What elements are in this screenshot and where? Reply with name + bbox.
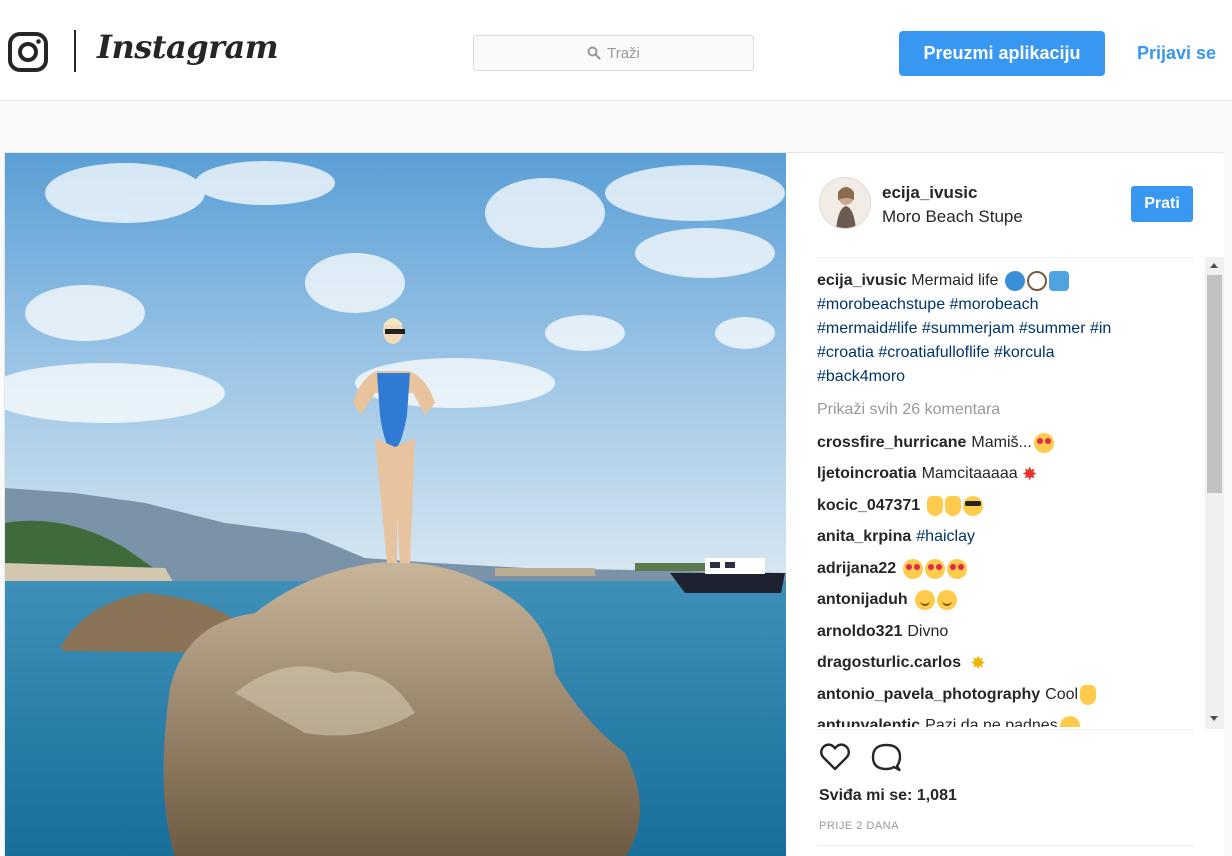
comment-username[interactable]: adrijana22 bbox=[817, 557, 896, 581]
post-header: ecija_ivusic Moro Beach Stupe Prati bbox=[787, 153, 1224, 257]
comment-item: antonio_pavela_photography Cool bbox=[817, 679, 1202, 711]
comment-username[interactable]: dragosturlic.carlos bbox=[817, 651, 961, 675]
comment-username[interactable]: kocic_047371 bbox=[817, 494, 920, 518]
actions-divider bbox=[817, 729, 1195, 730]
header-divider bbox=[817, 257, 1195, 258]
comment-item: antunvalentic Pazi da ne padnes bbox=[817, 711, 1202, 727]
search-placeholder: Traži bbox=[607, 44, 640, 62]
beach-photo-image bbox=[5, 153, 786, 856]
thumbs-up-emoji-icon bbox=[927, 495, 944, 516]
logo-divider bbox=[74, 30, 76, 72]
post-photo[interactable] bbox=[5, 153, 786, 856]
ok-hand-emoji-icon bbox=[1080, 684, 1097, 705]
comment-text: Divno bbox=[907, 622, 949, 640]
instagram-logo-icon[interactable] bbox=[8, 32, 48, 72]
cool-emoji-icon bbox=[963, 495, 984, 516]
smile-emoji-icon bbox=[936, 590, 957, 611]
comment-item: adrijana22 bbox=[817, 553, 1202, 585]
post-sidebar: ecija_ivusic Moro Beach Stupe Prati ecij… bbox=[787, 153, 1224, 856]
comment-text: Cool bbox=[1045, 685, 1079, 703]
comment-username[interactable]: crossfire_hurricane bbox=[817, 431, 966, 455]
comment-username[interactable]: antunvalentic bbox=[817, 714, 920, 727]
heart-eyes-emoji-icon bbox=[925, 558, 946, 579]
scroll-thumb[interactable] bbox=[1207, 275, 1222, 493]
caption-username[interactable]: ecija_ivusic bbox=[817, 272, 907, 289]
smile-emoji-icon bbox=[914, 590, 935, 611]
comment-item: dragosturlic.carlos ✸ bbox=[817, 648, 1202, 680]
caption-hashtags[interactable]: #mermaid#life #summerjam #summer #in bbox=[817, 320, 1111, 337]
avatar[interactable] bbox=[819, 177, 871, 229]
caption-hashtags[interactable]: #croatia #croatiafulloflife #korcula bbox=[817, 344, 1054, 361]
caption-text: Mermaid life bbox=[911, 272, 999, 289]
heart-eyes-emoji-icon bbox=[903, 558, 924, 579]
caption-hashtags[interactable]: #back4moro bbox=[817, 368, 905, 385]
view-all-comments-link[interactable]: Prikaži svih 26 komentara bbox=[817, 398, 1202, 422]
comment-username[interactable]: ljetoincroatia bbox=[817, 462, 917, 486]
comment-item: antonijaduh bbox=[817, 585, 1202, 617]
follow-button[interactable]: Prati bbox=[1131, 186, 1193, 222]
comment-username[interactable]: arnoldo321 bbox=[817, 620, 902, 644]
smile-emoji-icon bbox=[1059, 716, 1080, 727]
shell-emoji-icon bbox=[1026, 270, 1047, 291]
sparkle-emoji-icon: ✸ bbox=[970, 653, 986, 674]
post-card: ecija_ivusic Moro Beach Stupe Prati ecij… bbox=[4, 152, 1224, 856]
post-timestamp: PRIJE 2 DANA bbox=[819, 820, 899, 832]
comments-scrollbar[interactable] bbox=[1205, 257, 1224, 729]
heart-eyes-emoji-icon bbox=[1033, 432, 1054, 453]
post-caption: ecija_ivusic Mermaid life #morobeachstup… bbox=[817, 265, 1202, 389]
comment-text: Mamiš... bbox=[971, 433, 1032, 451]
instagram-wordmark[interactable]: Instagram bbox=[97, 28, 279, 66]
top-navigation-bar: Instagram Traži Preuzmi aplikaciju Prija… bbox=[0, 0, 1232, 101]
comment-item: ljetoincroatia Mamcitaaaaa ✸ bbox=[817, 459, 1202, 491]
scroll-down-arrow-icon[interactable] bbox=[1210, 716, 1218, 721]
clap-emoji-icon bbox=[945, 495, 962, 516]
wave-emoji-icon bbox=[1004, 270, 1025, 291]
post-username[interactable]: ecija_ivusic bbox=[882, 183, 977, 203]
download-app-button[interactable]: Preuzmi aplikaciju bbox=[899, 31, 1105, 76]
bottom-divider bbox=[817, 845, 1195, 846]
comment-username[interactable]: anita_krpina bbox=[817, 525, 911, 549]
login-link[interactable]: Prijavi se bbox=[1137, 43, 1216, 64]
comment-username[interactable]: antonijaduh bbox=[817, 588, 908, 612]
mermaid-emoji-icon bbox=[1048, 270, 1069, 291]
comment-item: crossfire_hurricane Mamiš... bbox=[817, 427, 1202, 459]
comment-item: anita_krpina #haiclay bbox=[817, 522, 1202, 554]
comments-list[interactable]: ecija_ivusic Mermaid life #morobeachstup… bbox=[817, 265, 1202, 727]
comment-bubble-icon[interactable] bbox=[871, 742, 902, 773]
like-heart-icon[interactable] bbox=[819, 741, 851, 773]
search-icon bbox=[587, 46, 601, 60]
comment-item: arnoldo321 Divno bbox=[817, 616, 1202, 648]
post-location[interactable]: Moro Beach Stupe bbox=[882, 207, 1023, 227]
comment-username[interactable]: antonio_pavela_photography bbox=[817, 683, 1040, 707]
comment-text: Pazi da ne padnes bbox=[925, 717, 1058, 727]
likes-count[interactable]: Sviđa mi se: 1,081 bbox=[819, 787, 957, 805]
comment-text[interactable]: #haiclay bbox=[916, 525, 975, 549]
caption-hashtags[interactable]: #morobeachstupe #morobeach bbox=[817, 296, 1038, 313]
heart-eyes-emoji-icon bbox=[947, 558, 968, 579]
burst-emoji-icon: ✸ bbox=[1022, 464, 1038, 485]
comment-item: kocic_047371 bbox=[817, 490, 1202, 522]
comment-text: Mamcitaaaaa bbox=[921, 465, 1018, 483]
scroll-up-arrow-icon[interactable] bbox=[1210, 263, 1218, 268]
search-input[interactable]: Traži bbox=[473, 35, 754, 71]
